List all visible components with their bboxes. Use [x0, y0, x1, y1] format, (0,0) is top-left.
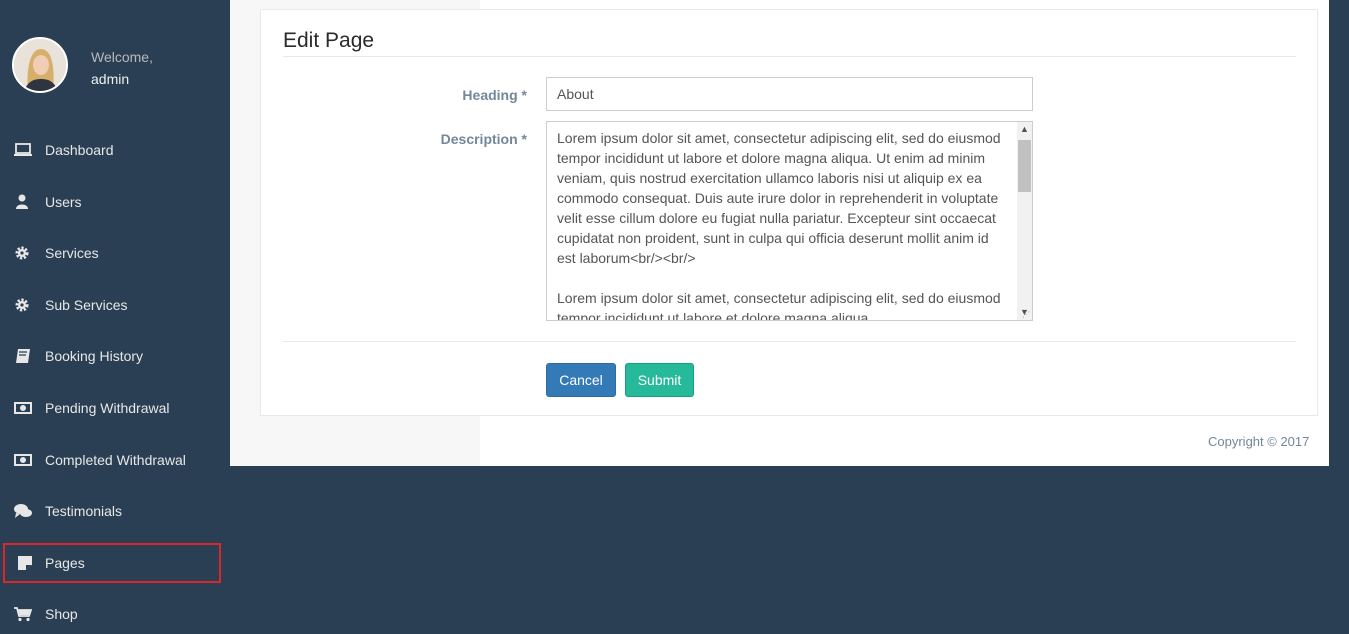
sidebar-item-pages[interactable]: Pages [3, 543, 221, 583]
book-icon [14, 348, 32, 364]
welcome-text: Welcome, [91, 49, 153, 65]
description-textarea[interactable]: Lorem ipsum dolor sit amet, consectetur … [546, 121, 1033, 321]
sidebar-item-label: Pages [45, 555, 85, 571]
sidebar-item-services[interactable]: Services [0, 233, 230, 273]
sidebar-item-testimonials[interactable]: Testimonials [0, 491, 230, 531]
copyright-text: Copyright © 2017 [1208, 434, 1310, 449]
sidebar-item-completed-withdrawal[interactable]: Completed Withdrawal [0, 440, 230, 480]
cancel-button[interactable]: Cancel [546, 363, 616, 397]
gear-icon [14, 297, 32, 313]
page-title: Edit Page [283, 29, 375, 52]
comments-icon [14, 503, 32, 519]
sidebar-item-label: Sub Services [45, 297, 128, 313]
avatar [12, 37, 68, 93]
heading-label: Heading * [462, 87, 527, 103]
sidebar: Welcome, admin Dashboard Users Services … [0, 0, 230, 628]
sidebar-item-sub-services[interactable]: Sub Services [0, 285, 230, 325]
sidebar-item-label: Shop [45, 606, 78, 622]
sidebar-item-label: Testimonials [45, 503, 123, 519]
money-icon [14, 400, 32, 416]
sidebar-item-label: Pending Withdrawal [45, 400, 170, 416]
description-text: Lorem ipsum dolor sit amet, consectetur … [557, 130, 1001, 321]
textarea-scrollbar[interactable]: ▲ ▼ [1017, 122, 1032, 320]
submit-button[interactable]: Submit [625, 363, 694, 397]
heading-input[interactable] [546, 77, 1033, 111]
sidebar-item-label: Users [45, 194, 82, 210]
sidebar-item-label: Booking History [45, 348, 144, 364]
cart-icon [14, 606, 33, 622]
sticky-note-icon [16, 555, 34, 571]
resize-grip-icon[interactable]: ⋰ [1022, 310, 1030, 319]
title-divider [283, 56, 1296, 57]
description-label: Description * [440, 131, 527, 147]
sidebar-item-dashboard[interactable]: Dashboard [0, 130, 230, 170]
user-icon [14, 194, 32, 210]
username: admin [91, 71, 130, 87]
form-divider [283, 341, 1296, 342]
scroll-thumb[interactable] [1018, 140, 1031, 192]
gear-icon [14, 245, 32, 261]
sidebar-item-users[interactable]: Users [0, 182, 230, 222]
sidebar-item-pending-withdrawal[interactable]: Pending Withdrawal [0, 388, 230, 428]
sidebar-item-shop[interactable]: Shop [0, 594, 230, 634]
sidebar-item-label: Services [45, 245, 99, 261]
money-icon [14, 452, 32, 468]
sidebar-item-label: Completed Withdrawal [45, 452, 186, 468]
sidebar-item-booking-history[interactable]: Booking History [0, 336, 230, 376]
edit-page-panel: Edit Page Heading * Description * Lorem … [260, 9, 1318, 416]
sidebar-item-label: Dashboard [45, 142, 114, 158]
laptop-icon [14, 142, 32, 158]
scroll-up-icon[interactable]: ▲ [1017, 122, 1032, 137]
